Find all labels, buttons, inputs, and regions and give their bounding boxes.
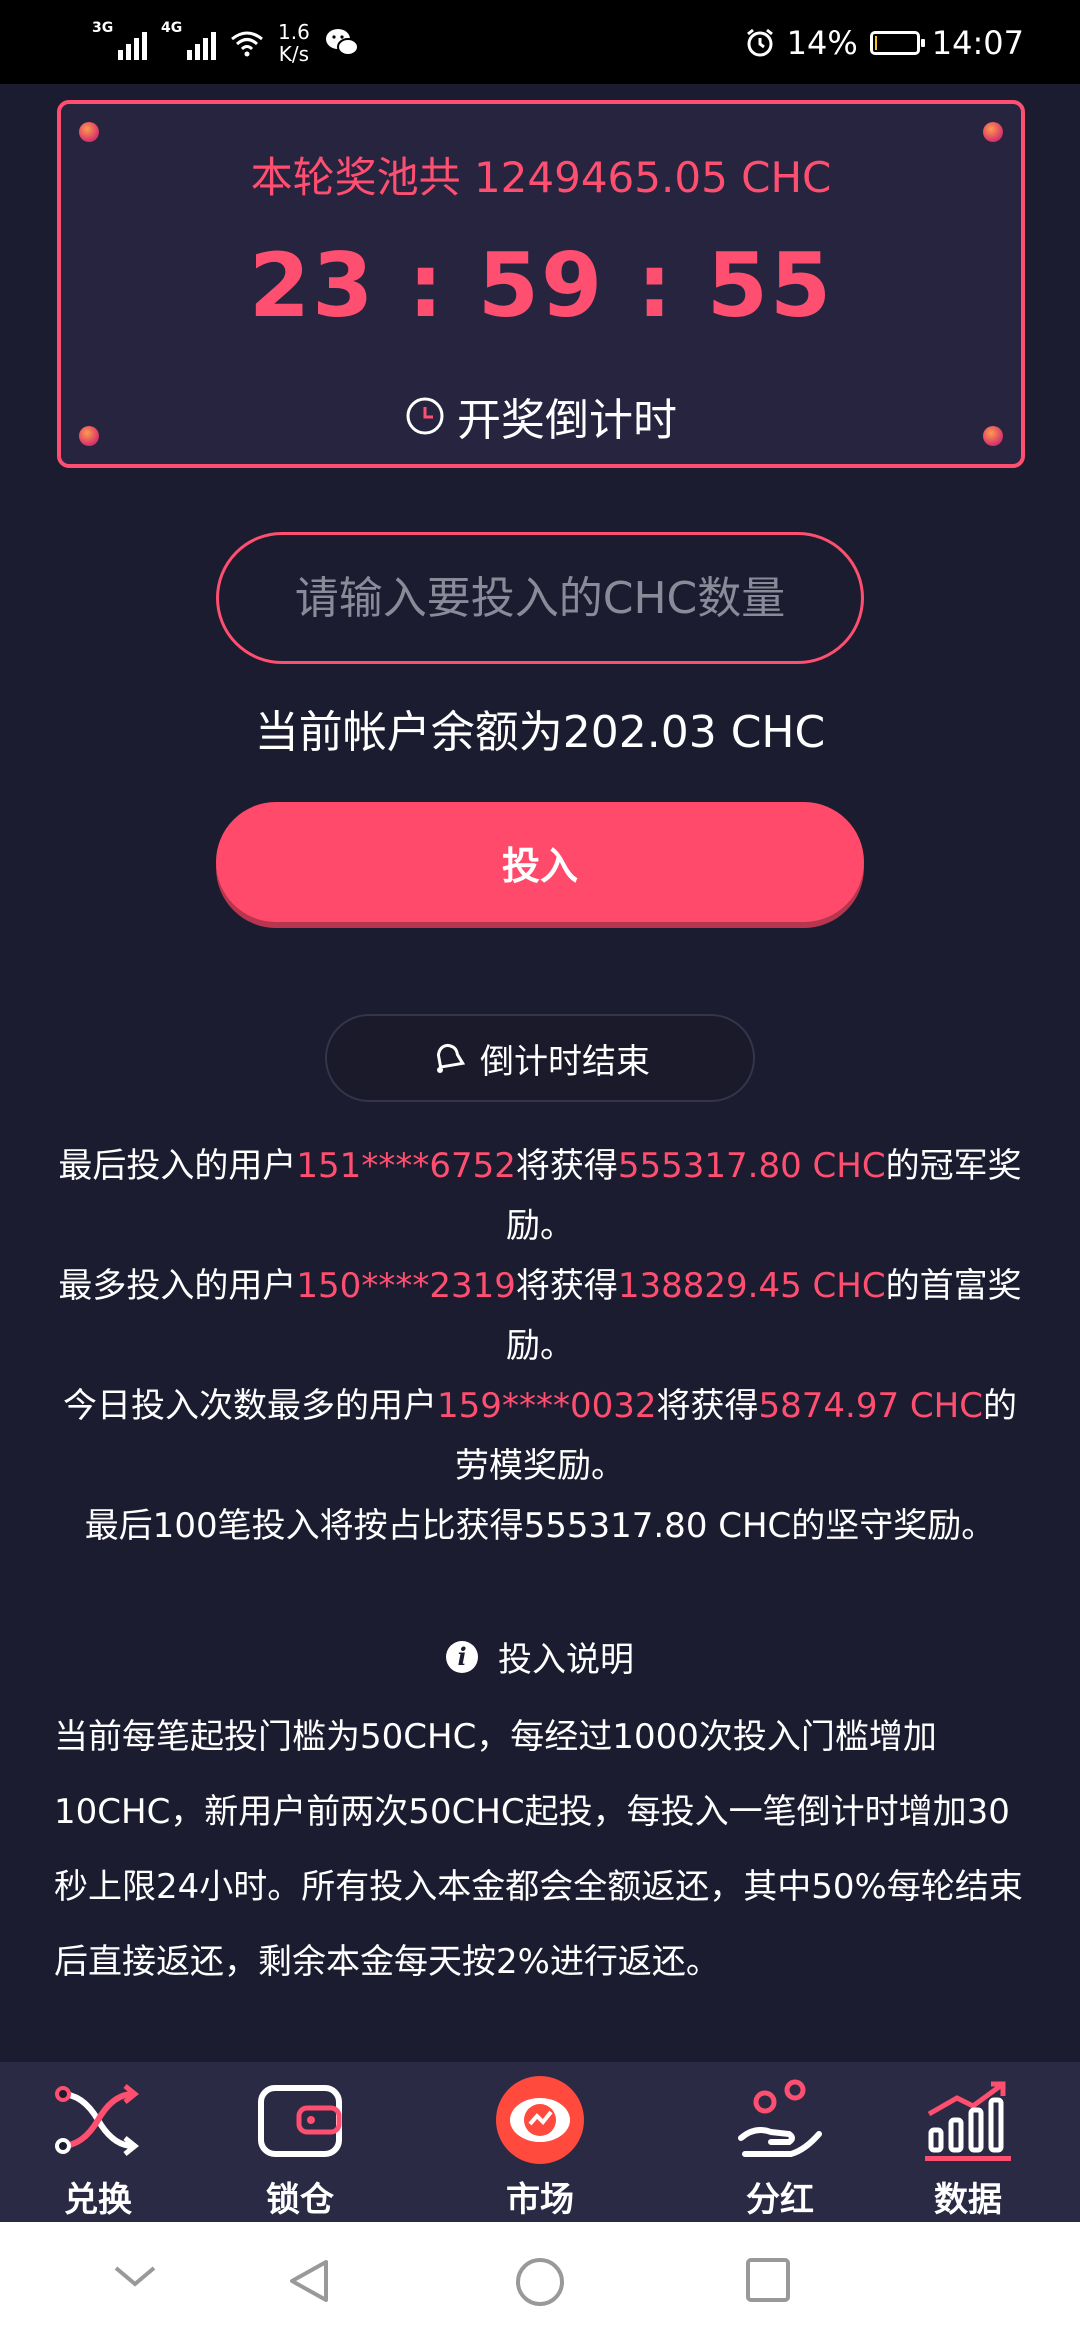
signal-icon-4g: 4G xyxy=(161,20,216,60)
richest-reward: 最多投入的用户150****2319将获得138829.45 CHC的首富奖励。 xyxy=(58,1266,1022,1366)
data-chart-icon xyxy=(925,2081,1011,2161)
home-icon[interactable] xyxy=(514,2256,566,2308)
notes-title: 投入说明 xyxy=(498,1640,634,1680)
corner-dot xyxy=(79,122,99,142)
network-type-2: 4G xyxy=(161,20,183,36)
corner-dot xyxy=(983,122,1003,142)
invest-amount-input[interactable] xyxy=(216,532,864,664)
recent-apps-icon[interactable] xyxy=(744,2256,792,2304)
battery-icon xyxy=(869,31,925,55)
nav-exchange-label: 兑换 xyxy=(64,2180,132,2220)
persistence-reward: 最后100笔投入将按占比获得555317.80 CHC的坚守奖励。 xyxy=(84,1506,996,1546)
wechat-icon xyxy=(325,29,359,56)
prize-pool-total: 本轮奖池共 1249465.05 CHC xyxy=(250,153,832,202)
reward-amount: 5874.97 CHC xyxy=(758,1386,983,1426)
nav-data-label: 数据 xyxy=(934,2180,1002,2220)
alarm-icon xyxy=(746,28,773,57)
nav-market-label: 市场 xyxy=(506,2180,574,2220)
invest-notes-body: 当前每笔起投门槛为50CHC，每经过1000次投入门槛增加10CHC，新用户前两… xyxy=(54,1717,1023,1982)
account-balance: 当前帐户余额为202.03 CHC xyxy=(254,707,826,758)
nav-lock-label: 锁仓 xyxy=(266,2180,334,2220)
clock-icon xyxy=(406,397,444,435)
bottom-navigation: 兑换 锁仓 市场 分红 数据 xyxy=(0,2062,1080,2222)
reward-amount: 555317.80 CHC xyxy=(617,1146,886,1186)
system-navigation-bar xyxy=(0,2222,1080,2340)
invest-button[interactable]: 投入 xyxy=(216,802,864,922)
user-id: 151****6752 xyxy=(296,1146,516,1186)
clock-time: 14:07 xyxy=(931,24,1024,62)
invest-notes-heading: i 投入说明 xyxy=(0,1632,1080,1681)
countdown-end-label: 倒计时结束 xyxy=(480,1041,650,1082)
nav-lock[interactable]: 锁仓 xyxy=(230,2072,370,2221)
exchange-icon xyxy=(55,2084,140,2156)
network-speed: 1.6 K/s xyxy=(278,21,310,65)
nav-data[interactable]: 数据 xyxy=(898,2072,1038,2221)
user-id: 150****2319 xyxy=(296,1266,516,1306)
network-speed-unit: K/s xyxy=(278,42,310,66)
nav-exchange[interactable]: 兑换 xyxy=(28,2072,168,2221)
countdown-end-section: 倒计时结束 xyxy=(325,1014,755,1102)
rewards-info: 最后投入的用户151****6752将获得555317.80 CHC的冠军奖励。… xyxy=(50,1136,1030,1556)
network-speed-value: 1.6 xyxy=(278,20,310,44)
bell-icon xyxy=(436,1043,466,1073)
nav-market[interactable]: 市场 xyxy=(470,2072,610,2221)
battery-percent: 14% xyxy=(786,24,858,62)
wifi-icon xyxy=(231,31,263,57)
dividend-icon xyxy=(738,2079,822,2157)
most-active-reward: 今日投入次数最多的用户159****0032将获得5874.97 CHC的劳模奖… xyxy=(63,1386,1017,1486)
status-bar: 3G 4G 1.6 K/s 14% 14:07 xyxy=(0,0,1080,84)
champion-reward: 最后投入的用户151****6752将获得555317.80 CHC的冠军奖励。 xyxy=(58,1146,1022,1246)
nav-dividend-label: 分红 xyxy=(746,2180,814,2220)
info-icon: i xyxy=(446,1640,478,1673)
market-icon xyxy=(496,2076,584,2164)
signal-icon-3g: 3G xyxy=(92,20,147,60)
wallet-icon xyxy=(258,2085,342,2157)
countdown-label-row: 开奖倒计时 xyxy=(61,384,1021,448)
back-icon[interactable] xyxy=(284,2256,334,2306)
battery-fill xyxy=(874,36,877,50)
countdown-label: 开奖倒计时 xyxy=(457,395,677,446)
user-id: 159****0032 xyxy=(437,1386,657,1426)
network-type-1: 3G xyxy=(92,20,114,36)
prize-pool-card: 本轮奖池共 1249465.05 CHC 23 : 59 : 55 开奖倒计时 xyxy=(57,100,1025,468)
countdown-timer: 23 : 59 : 55 xyxy=(248,234,834,337)
reward-amount: 138829.45 CHC xyxy=(617,1266,886,1306)
nav-dividend[interactable]: 分红 xyxy=(710,2072,850,2221)
collapse-chevron-icon[interactable] xyxy=(112,2262,158,2292)
